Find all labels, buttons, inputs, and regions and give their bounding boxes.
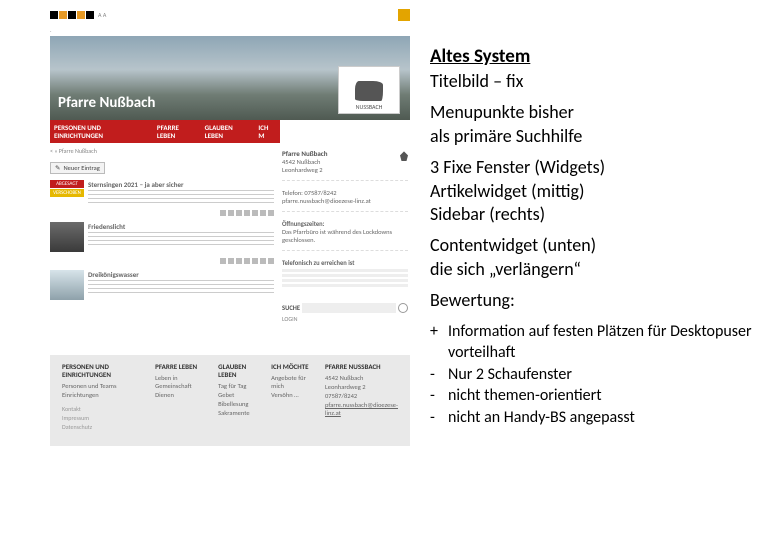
hero-parish-badge: NUSSBACH <box>338 66 400 114</box>
search-icon[interactable] <box>398 303 408 313</box>
notes-line: Titelbild – fix <box>430 70 760 93</box>
search-input[interactable] <box>302 303 396 313</box>
new-entry-button[interactable]: ✎ Neuer Eintrag <box>50 162 105 174</box>
menu-item[interactable]: PFARRE LEBEN <box>157 124 199 139</box>
article-status-badges: ABGESAGT VERSCHOBEN <box>50 180 84 204</box>
menu-item[interactable]: ICH M <box>258 124 276 139</box>
hero-badge-label: NUSSBACH <box>356 103 383 111</box>
notes-line: Sidebar (rechts) <box>430 203 760 226</box>
sidebar-widget: Pfarre Nußbach 4542 Nußbach Leonhardweg … <box>280 145 410 327</box>
menu-item[interactable]: GLAUBEN LEBEN <box>205 124 253 139</box>
notes-line: Bewertung: <box>430 289 760 312</box>
evaluation-bullets: +Information auf festen Plätzen für Desk… <box>430 321 760 429</box>
notes-line: als primäre Suchhilfe <box>430 125 760 148</box>
article-action-icons[interactable] <box>50 210 274 218</box>
login-link[interactable]: LOGIN <box>282 315 408 323</box>
screenshot-topbar: A A <box>50 8 410 22</box>
search-label: SUCHE <box>282 304 300 312</box>
menu-item[interactable]: PERSONEN UND EINRICHTUNGEN <box>54 124 151 139</box>
breadcrumb: < « Pfarre Nußbach <box>50 147 274 155</box>
sidebar-title: Pfarre Nußbach <box>282 149 408 158</box>
sub-breadcrumb: . <box>50 26 410 34</box>
notes-line: Artikelwidget (mittig) <box>430 180 760 203</box>
hero-title: Pfarre Nußbach <box>58 94 155 112</box>
hero-image: Pfarre Nußbach NUSSBACH <box>50 36 410 120</box>
article-row[interactable]: Friedenslicht <box>50 222 274 252</box>
topbar-logo: A A <box>50 11 106 19</box>
search-row: SUCHE <box>282 303 408 313</box>
article-title: Sternsingen 2021 – ja aber sicher <box>88 180 274 189</box>
notes-line: 3 Fixe Fenster (Widgets) <box>430 156 760 179</box>
notes-line: die sich „verlängern“ <box>430 258 760 281</box>
notes-heading: Altes System <box>430 45 760 68</box>
article-title: Friedenslicht <box>88 222 274 231</box>
article-thumb <box>50 270 84 300</box>
pencil-icon: ✎ <box>55 164 60 172</box>
topbar-accent-box <box>398 9 410 21</box>
article-widget: < « Pfarre Nußbach ✎ Neuer Eintrag ABGES… <box>50 145 280 327</box>
main-menu[interactable]: PERSONEN UND EINRICHTUNGEN PFARRE LEBEN … <box>50 120 280 143</box>
notes-line: Contentwidget (unten) <box>430 234 760 257</box>
article-thumb <box>50 222 84 252</box>
article-row[interactable]: ABGESAGT VERSCHOBEN Sternsingen 2021 – j… <box>50 180 274 204</box>
notes-line: Menupunkte bisher <box>430 101 760 124</box>
article-title: Dreikönigswasser <box>88 270 274 279</box>
annotation-column: Altes System Titelbild – fix Menupunkte … <box>420 0 780 540</box>
article-action-icons[interactable] <box>50 258 274 266</box>
article-row[interactable]: Dreikönigswasser <box>50 270 274 300</box>
content-widget-footer: PERSONEN UND EINRICHTUNGEN Personen und … <box>50 355 410 445</box>
